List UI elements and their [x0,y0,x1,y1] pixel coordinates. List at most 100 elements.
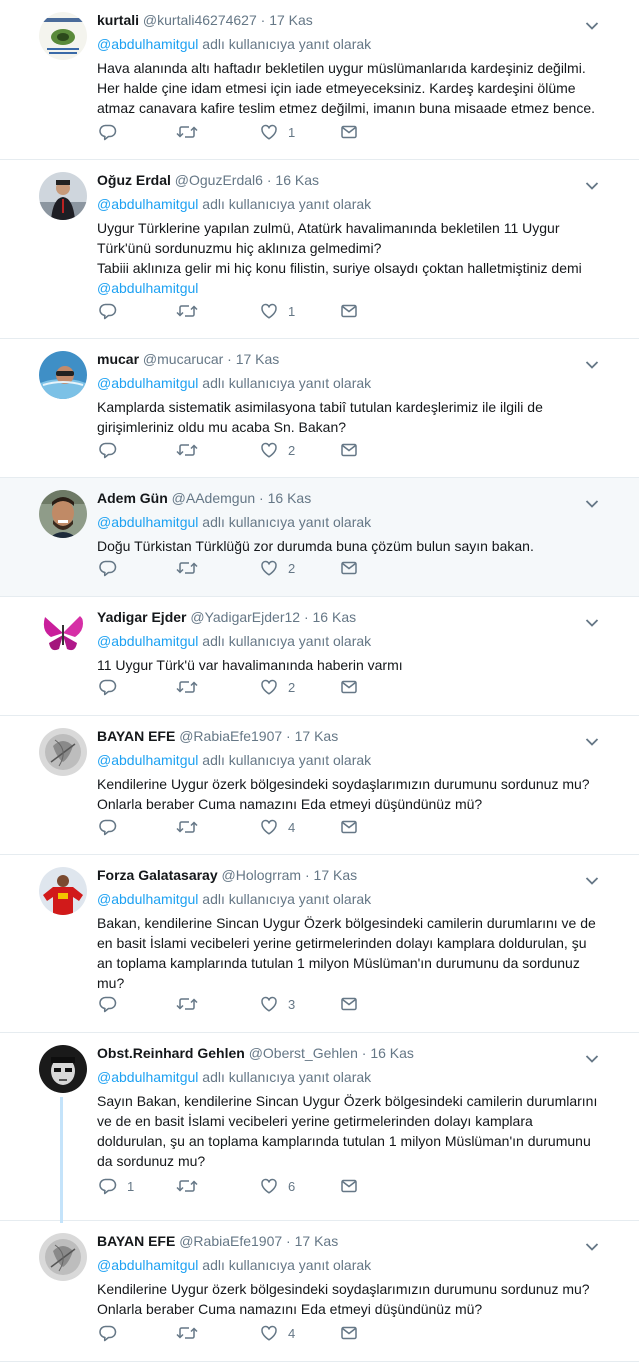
user-handle[interactable]: @RabiaEfe1907 [179,728,282,744]
like-button[interactable]: 6 [260,1176,295,1196]
direct-message-button[interactable] [340,122,358,142]
reply-button[interactable] [99,817,127,837]
user-handle[interactable]: @AAdemgun [172,490,255,506]
tweet-timestamp[interactable]: 17 Kas [314,867,358,883]
like-button[interactable]: 4 [260,817,295,837]
direct-message-button[interactable] [340,558,358,578]
reply-to-mention[interactable]: @abdulhamitgul [97,891,198,907]
user-handle[interactable]: @OguzErdal6 [175,172,263,188]
avatar[interactable] [39,609,87,657]
avatar[interactable] [39,728,87,776]
reply-to-mention[interactable]: @abdulhamitgul [97,36,198,52]
user-display-name[interactable]: Oğuz Erdal [97,172,171,188]
user-display-name[interactable]: Adem Gün [97,490,168,506]
reply-to-mention[interactable]: @abdulhamitgul [97,375,198,391]
direct-message-button[interactable] [340,1176,358,1196]
user-handle[interactable]: @mucarucar [143,351,223,367]
like-button[interactable]: 2 [260,677,295,697]
separator-dot: · [282,1233,295,1249]
envelope-icon [340,995,358,1013]
avatar[interactable] [39,1045,87,1093]
like-count: 2 [288,442,296,458]
user-display-name[interactable]: Forza Galatasaray [97,867,218,883]
reply-button[interactable] [99,558,127,578]
direct-message-button[interactable] [340,440,358,460]
like-button[interactable]: 1 [260,301,295,321]
like-button[interactable]: 4 [260,1323,295,1343]
user-handle[interactable]: @RabiaEfe1907 [179,1233,282,1249]
tweet-timestamp[interactable]: 16 Kas [313,609,357,625]
reply-to-mention[interactable]: @abdulhamitgul [97,633,198,649]
reply-button[interactable] [99,1323,127,1343]
like-button[interactable]: 2 [260,440,295,460]
retweet-button[interactable] [176,994,208,1014]
reply-to-mention[interactable]: @abdulhamitgul [97,514,198,530]
user-display-name[interactable]: Obst.Reinhard Gehlen [97,1045,245,1061]
avatar[interactable] [39,867,87,915]
tweet-card[interactable]: BAYAN EFE @RabiaEfe1907 · 17 Kas @abdulha… [0,1221,639,1362]
retweet-button[interactable] [176,1176,208,1196]
avatar[interactable] [39,1233,87,1281]
retweet-button[interactable] [176,440,208,460]
tweet-card[interactable]: Forza Galatasaray @Hologrram · 17 Kas @ab… [0,855,639,1033]
tweet-timestamp[interactable]: 17 Kas [236,351,280,367]
direct-message-button[interactable] [340,677,358,697]
reply-context: @abdulhamitgul adlı kullanıcıya yanıt ol… [97,1255,599,1275]
like-button[interactable]: 3 [260,994,295,1014]
text-mention-link[interactable]: @abdulhamitgul [97,280,198,296]
reply-button[interactable] [99,122,127,142]
reply-button[interactable] [99,677,127,697]
tweet-timestamp[interactable]: 16 Kas [275,172,319,188]
like-button[interactable]: 1 [260,122,295,142]
retweet-button[interactable] [176,122,208,142]
reply-to-mention[interactable]: @abdulhamitgul [97,1069,198,1085]
retweet-button[interactable] [176,301,208,321]
tweet-card[interactable]: Adem Gün @AAdemgun · 16 Kas @abdulhamitgu… [0,478,639,597]
reply-button[interactable] [99,301,127,321]
tweet-timestamp[interactable]: 17 Kas [295,1233,339,1249]
retweet-button[interactable] [176,558,208,578]
reply-button[interactable] [99,440,127,460]
user-handle[interactable]: @Hologrram [222,867,302,883]
tweet-card[interactable]: Oğuz Erdal @OguzErdal6 · 16 Kas @abdulham… [0,160,639,339]
user-handle[interactable]: @YadigarEjder12 [190,609,300,625]
user-handle[interactable]: @kurtali46274627 [143,12,257,28]
like-button[interactable]: 2 [260,558,295,578]
tweet-timestamp[interactable]: 16 Kas [370,1045,414,1061]
tweet-card[interactable]: Obst.Reinhard Gehlen @Oberst_Gehlen · 16… [0,1033,639,1223]
reply-to-mention[interactable]: @abdulhamitgul [97,752,198,768]
direct-message-button[interactable] [340,301,358,321]
tweet-card[interactable]: kurtali @kurtali46274627 · 17 Kas @abdulh… [0,0,639,160]
user-display-name[interactable]: mucar [97,351,139,367]
direct-message-button[interactable] [340,817,358,837]
tweet-timestamp[interactable]: 16 Kas [268,490,312,506]
avatar[interactable] [39,490,87,538]
user-display-name[interactable]: kurtali [97,12,139,28]
direct-message-button[interactable] [340,1323,358,1343]
reply-button[interactable] [99,994,127,1014]
avatar[interactable] [39,12,87,60]
reply-to-mention[interactable]: @abdulhamitgul [97,1257,198,1273]
reply-button[interactable]: 1 [99,1176,134,1196]
tweet-card[interactable]: mucar @mucarucar · 17 Kas @abdulhamitgul … [0,339,639,478]
direct-message-button[interactable] [340,994,358,1014]
like-count: 4 [288,1325,296,1341]
envelope-icon [340,818,358,836]
reply-icon [99,559,117,577]
user-handle[interactable]: @Oberst_Gehlen [249,1045,358,1061]
avatar[interactable] [39,172,87,220]
envelope-icon [340,441,358,459]
user-display-name[interactable]: Yadigar Ejder [97,609,186,625]
tweet-timestamp[interactable]: 17 Kas [269,12,313,28]
tweet-timestamp[interactable]: 17 Kas [295,728,339,744]
tweet-card[interactable]: Yadigar Ejder @YadigarEjder12 · 16 Kas @a… [0,597,639,716]
user-display-name[interactable]: BAYAN EFE [97,1233,175,1249]
tweet-card[interactable]: BAYAN EFE @RabiaEfe1907 · 17 Kas @abdulha… [0,716,639,855]
heart-icon [260,1324,278,1342]
avatar[interactable] [39,351,87,399]
retweet-button[interactable] [176,1323,208,1343]
reply-to-mention[interactable]: @abdulhamitgul [97,196,198,212]
user-display-name[interactable]: BAYAN EFE [97,728,175,744]
retweet-button[interactable] [176,817,208,837]
retweet-button[interactable] [176,677,208,697]
